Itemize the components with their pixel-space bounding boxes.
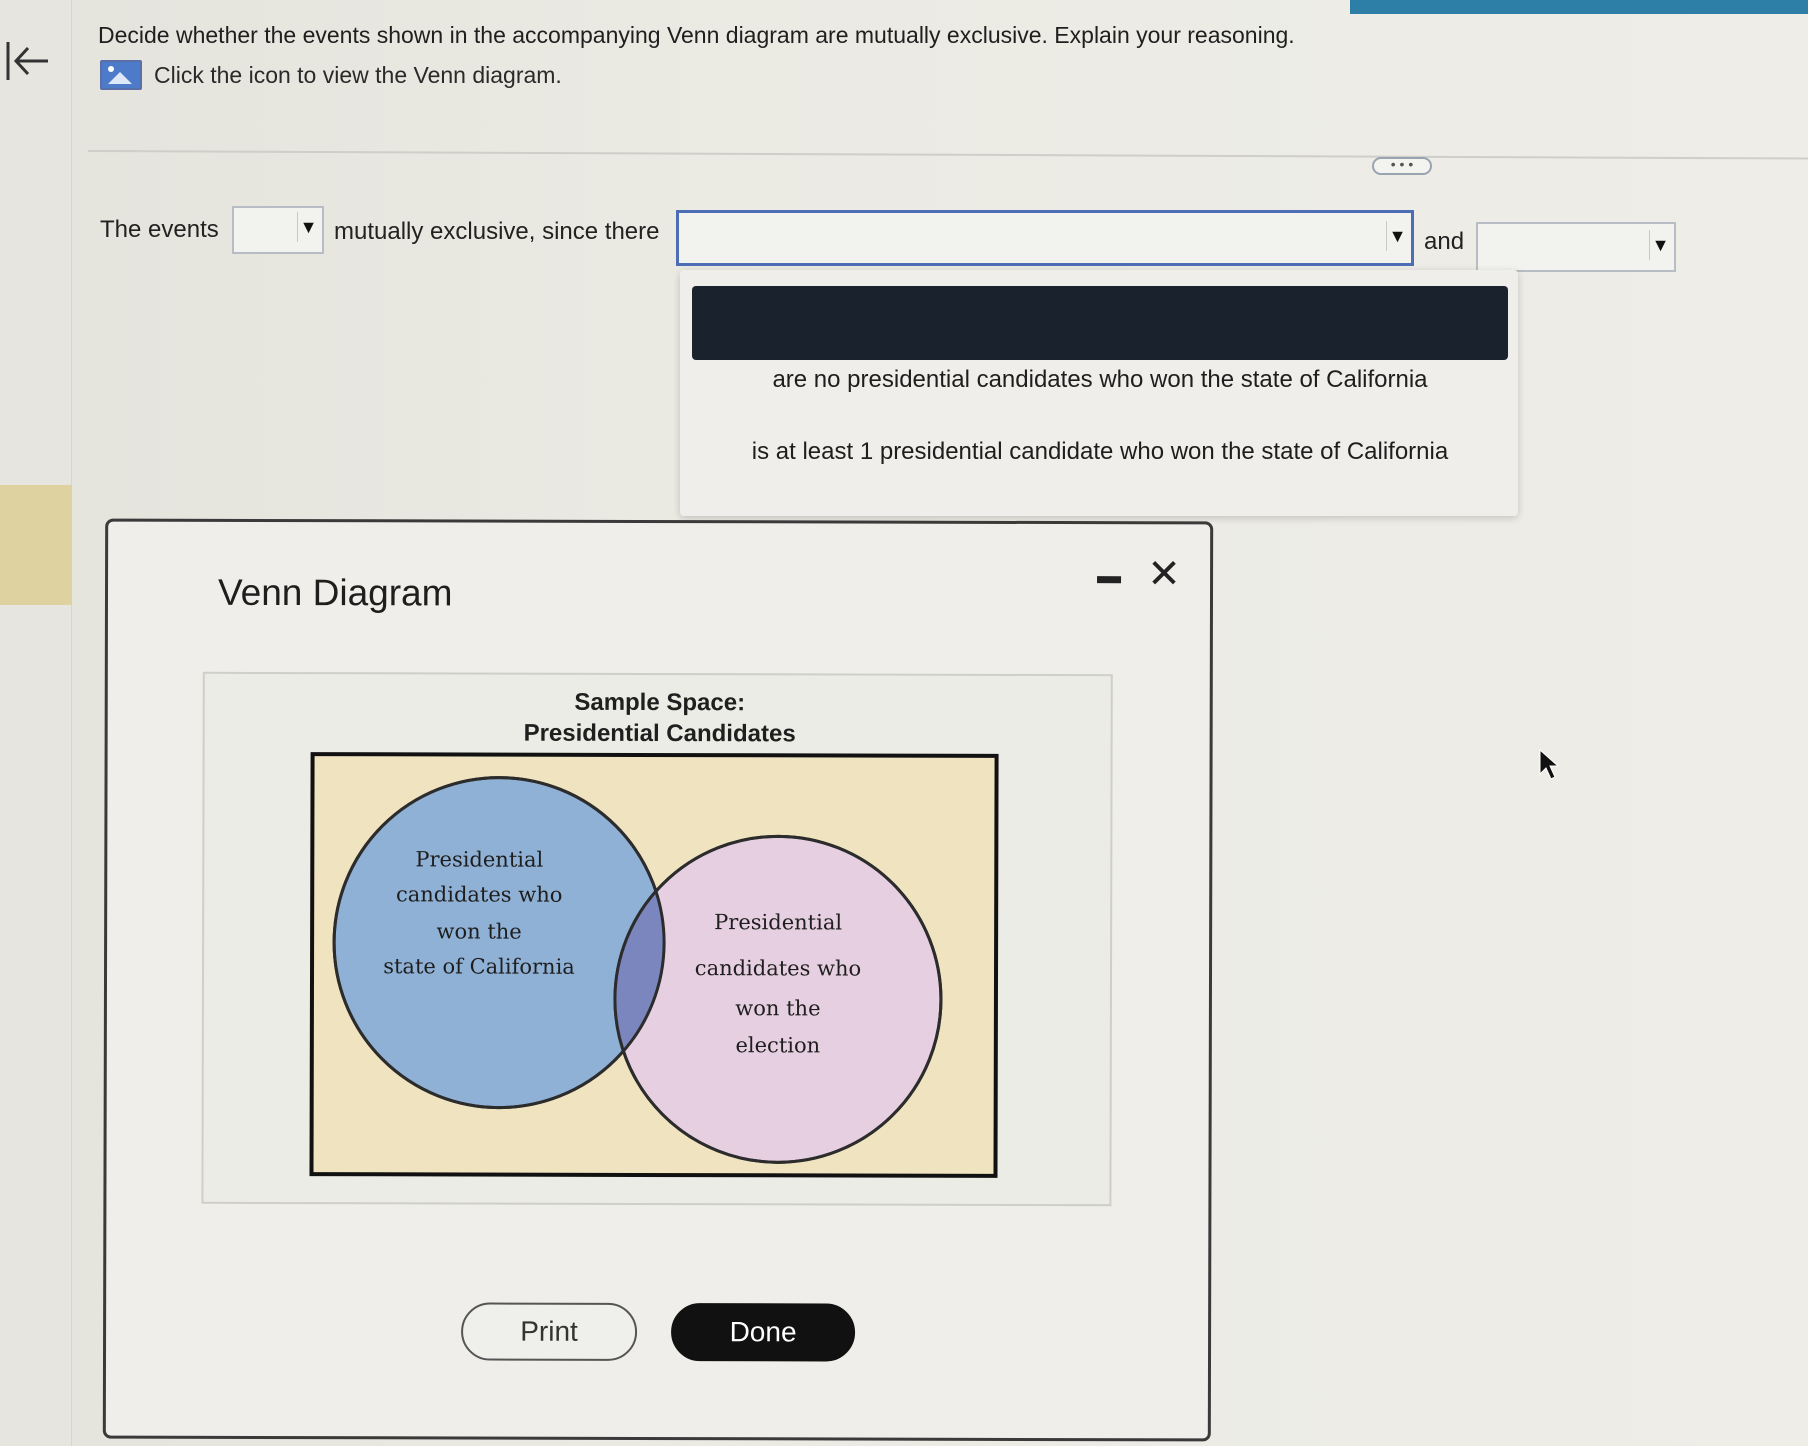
dropdown-option-highlighted[interactable] bbox=[692, 286, 1508, 360]
circle-a-label-line: state of California bbox=[383, 954, 575, 979]
circle-b-label-line: won the bbox=[735, 996, 820, 1020]
circle-a-label-line: Presidential bbox=[415, 847, 543, 871]
reason-dropdown-menu: are no presidential candidates who won t… bbox=[680, 270, 1518, 516]
image-icon[interactable] bbox=[100, 60, 142, 90]
answer-middle: mutually exclusive, since there bbox=[334, 218, 660, 245]
venn-svg: Presidential candidates who won the stat… bbox=[309, 752, 999, 1178]
modal-title: Venn Diagram bbox=[217, 571, 453, 614]
circle-b-label-line: Presidential bbox=[714, 910, 842, 934]
circle-b-label-line: candidates who bbox=[695, 956, 861, 980]
answer-select-are-are-not[interactable]: ▼ bbox=[232, 206, 324, 254]
answer-prefix: The events bbox=[100, 216, 219, 243]
dropdown-caret-icon: ▼ bbox=[297, 212, 319, 242]
close-icon[interactable]: ✕ bbox=[1144, 552, 1184, 596]
venn-diagram-link[interactable]: Click the icon to view the Venn diagram. bbox=[100, 60, 562, 90]
done-button[interactable]: Done bbox=[671, 1303, 856, 1362]
venn-figure: Sample Space: Presidential Candidates Pr… bbox=[201, 671, 1113, 1207]
more-button[interactable]: • • • bbox=[1372, 157, 1432, 175]
page: Decide whether the events shown in the a… bbox=[0, 0, 1808, 1446]
back-arrow-icon[interactable] bbox=[4, 38, 50, 84]
print-button[interactable]: Print bbox=[461, 1302, 638, 1361]
rail-accent bbox=[0, 485, 72, 605]
venn-diagram-modal: Venn Diagram ✕ Sample Space: Presidentia… bbox=[102, 518, 1214, 1442]
mouse-pointer-icon bbox=[1539, 748, 1560, 780]
circle-b-label-line: election bbox=[735, 1033, 820, 1057]
dropdown-caret-icon: ▼ bbox=[1649, 230, 1671, 260]
circle-a-label-line: won the bbox=[436, 919, 521, 943]
answer-select-second-reason[interactable]: ▼ bbox=[1476, 222, 1676, 272]
question-prompt: Decide whether the events shown in the a… bbox=[98, 22, 1295, 48]
answer-conjunction: and bbox=[1424, 228, 1465, 255]
answer-select-reason[interactable]: ▼ bbox=[676, 210, 1414, 266]
dropdown-option[interactable]: are no presidential candidates who won t… bbox=[692, 366, 1508, 394]
divider bbox=[87, 150, 1808, 160]
dropdown-caret-icon: ▼ bbox=[1386, 221, 1408, 251]
venn-link-label: Click the icon to view the Venn diagram. bbox=[154, 61, 562, 88]
top-accent-bar bbox=[1350, 0, 1808, 14]
minimize-icon[interactable] bbox=[1093, 566, 1123, 590]
circle-a-label-line: candidates who bbox=[396, 882, 562, 906]
left-rail bbox=[0, 0, 72, 1446]
dropdown-option[interactable]: is at least 1 presidential candidate who… bbox=[692, 438, 1508, 466]
